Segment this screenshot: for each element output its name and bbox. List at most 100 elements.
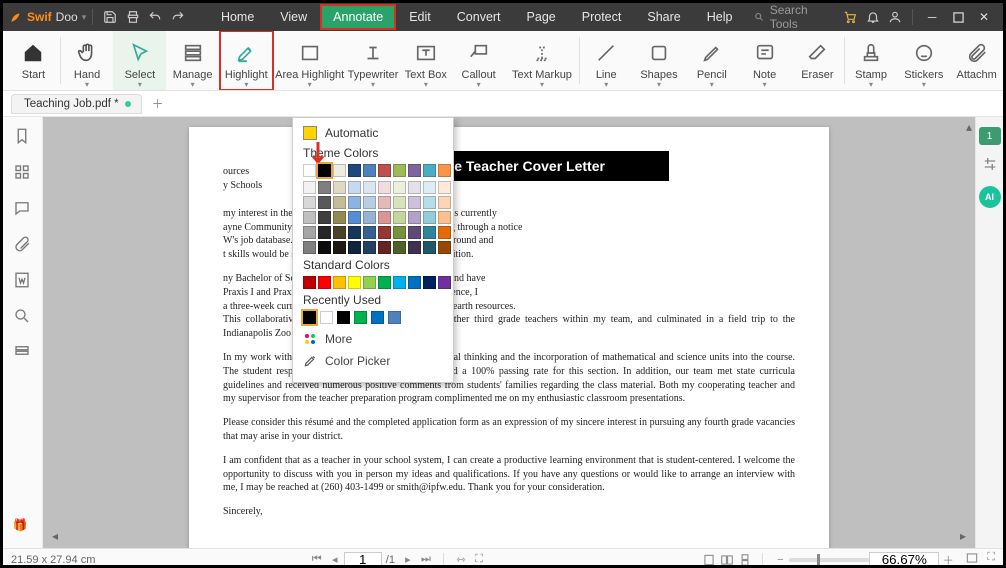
automatic-color-swatch[interactable] bbox=[303, 126, 317, 140]
color-swatch[interactable] bbox=[303, 211, 316, 224]
color-swatch[interactable] bbox=[348, 226, 361, 239]
color-swatch[interactable] bbox=[333, 196, 346, 209]
undo-icon[interactable] bbox=[144, 5, 166, 29]
color-swatch[interactable] bbox=[438, 276, 451, 289]
color-swatch[interactable] bbox=[333, 211, 346, 224]
color-swatch[interactable] bbox=[408, 196, 421, 209]
color-swatch[interactable] bbox=[363, 226, 376, 239]
color-picker-link[interactable]: Color Picker bbox=[303, 350, 443, 372]
automatic-label[interactable]: Automatic bbox=[325, 126, 378, 140]
color-swatch[interactable] bbox=[303, 226, 316, 239]
color-swatch[interactable] bbox=[303, 241, 316, 254]
color-swatch[interactable] bbox=[348, 211, 361, 224]
tool-manage[interactable]: Manage▾ bbox=[166, 31, 219, 90]
tool-typewriter[interactable]: Typewriter▾ bbox=[347, 31, 400, 90]
fit-width-icon[interactable]: ⇿ bbox=[452, 551, 470, 568]
color-swatch[interactable] bbox=[318, 276, 331, 289]
zoom-out-button[interactable]: − bbox=[771, 551, 789, 568]
color-swatch[interactable] bbox=[423, 181, 436, 194]
color-swatch[interactable] bbox=[303, 181, 316, 194]
close-button[interactable]: ✕ bbox=[971, 5, 997, 29]
tool-select[interactable]: Select▾ bbox=[113, 31, 166, 90]
color-swatch[interactable] bbox=[393, 241, 406, 254]
color-swatch[interactable] bbox=[408, 181, 421, 194]
color-swatch[interactable] bbox=[303, 196, 316, 209]
user-icon[interactable] bbox=[884, 5, 906, 29]
color-swatch[interactable] bbox=[348, 196, 361, 209]
read-mode-icon[interactable] bbox=[965, 551, 979, 568]
tool-pencil[interactable]: Pencil▾ bbox=[685, 31, 738, 90]
color-swatch[interactable] bbox=[438, 181, 451, 194]
menu-help[interactable]: Help bbox=[695, 5, 745, 29]
cart-icon[interactable] bbox=[839, 5, 861, 29]
redo-icon[interactable] bbox=[166, 5, 188, 29]
color-swatch[interactable] bbox=[378, 276, 391, 289]
color-swatch[interactable] bbox=[393, 181, 406, 194]
color-swatch[interactable] bbox=[423, 241, 436, 254]
tool-start[interactable]: Start bbox=[7, 31, 60, 90]
tool-stamp[interactable]: Stamp▾ bbox=[845, 31, 898, 90]
zoom-input[interactable] bbox=[869, 552, 939, 568]
color-swatch[interactable] bbox=[348, 276, 361, 289]
color-swatch[interactable] bbox=[320, 311, 333, 324]
menu-edit[interactable]: Edit bbox=[397, 5, 443, 29]
color-swatch[interactable] bbox=[363, 276, 376, 289]
comments-icon[interactable] bbox=[13, 199, 33, 219]
tool-note[interactable]: Note▾ bbox=[738, 31, 791, 90]
color-swatch[interactable] bbox=[318, 181, 331, 194]
tool-line[interactable]: Line▾ bbox=[580, 31, 633, 90]
view-mode-3-icon[interactable] bbox=[736, 551, 754, 568]
menu-share[interactable]: Share bbox=[635, 5, 692, 29]
color-swatch[interactable] bbox=[333, 276, 346, 289]
print-icon[interactable] bbox=[122, 5, 144, 29]
color-swatch[interactable] bbox=[393, 211, 406, 224]
color-swatch[interactable] bbox=[438, 226, 451, 239]
color-swatch[interactable] bbox=[333, 164, 346, 177]
color-swatch[interactable] bbox=[378, 226, 391, 239]
menu-home[interactable]: Home bbox=[209, 5, 266, 29]
color-swatch[interactable] bbox=[303, 276, 316, 289]
color-swatch[interactable] bbox=[354, 311, 367, 324]
color-swatch[interactable] bbox=[371, 311, 384, 324]
thumbnails-icon[interactable] bbox=[13, 163, 33, 183]
color-swatch[interactable] bbox=[408, 276, 421, 289]
search-tools[interactable]: Search Tools bbox=[744, 3, 838, 31]
color-swatch[interactable] bbox=[423, 276, 436, 289]
scroll-right-icon[interactable]: ▸ bbox=[954, 527, 972, 545]
view-mode-1-icon[interactable] bbox=[700, 551, 718, 568]
color-swatch[interactable] bbox=[408, 211, 421, 224]
color-swatch[interactable] bbox=[423, 164, 436, 177]
last-page-button[interactable]: ⏭ bbox=[417, 551, 435, 568]
color-swatch[interactable] bbox=[363, 164, 376, 177]
color-swatch[interactable] bbox=[337, 311, 350, 324]
chevron-down-icon[interactable]: ▾ bbox=[82, 12, 87, 23]
page-count-badge[interactable]: 1 bbox=[979, 127, 1001, 145]
tool-textbox[interactable]: Text Box▾ bbox=[399, 31, 452, 90]
tool-attachment[interactable]: Attachm bbox=[950, 31, 1003, 90]
color-swatch[interactable] bbox=[393, 276, 406, 289]
color-swatch[interactable] bbox=[333, 181, 346, 194]
menu-page[interactable]: Page bbox=[515, 5, 568, 29]
color-swatch[interactable] bbox=[318, 196, 331, 209]
color-swatch[interactable] bbox=[333, 226, 346, 239]
color-swatch[interactable] bbox=[348, 241, 361, 254]
attachments-icon[interactable] bbox=[13, 235, 33, 255]
color-swatch[interactable] bbox=[318, 241, 331, 254]
tool-shapes[interactable]: Shapes▾ bbox=[633, 31, 686, 90]
prev-page-button[interactable]: ◂ bbox=[326, 551, 344, 568]
color-swatch[interactable] bbox=[333, 241, 346, 254]
scroll-left-icon[interactable]: ◂ bbox=[46, 527, 64, 545]
add-tab-button[interactable]: ＋ bbox=[148, 94, 168, 114]
color-swatch[interactable] bbox=[378, 196, 391, 209]
tool-hand[interactable]: Hand▾ bbox=[61, 31, 114, 90]
color-swatch[interactable] bbox=[363, 211, 376, 224]
word-icon[interactable] bbox=[13, 271, 33, 291]
document-tab[interactable]: Teaching Job.pdf * bbox=[11, 94, 142, 114]
view-mode-2-icon[interactable] bbox=[718, 551, 736, 568]
menu-view[interactable]: View bbox=[268, 5, 319, 29]
tool-textmarkup[interactable]: Text Markup▾ bbox=[505, 31, 579, 90]
color-swatch[interactable] bbox=[423, 196, 436, 209]
sliders-icon[interactable] bbox=[981, 155, 999, 176]
color-swatch[interactable] bbox=[378, 164, 391, 177]
color-swatch[interactable] bbox=[318, 211, 331, 224]
